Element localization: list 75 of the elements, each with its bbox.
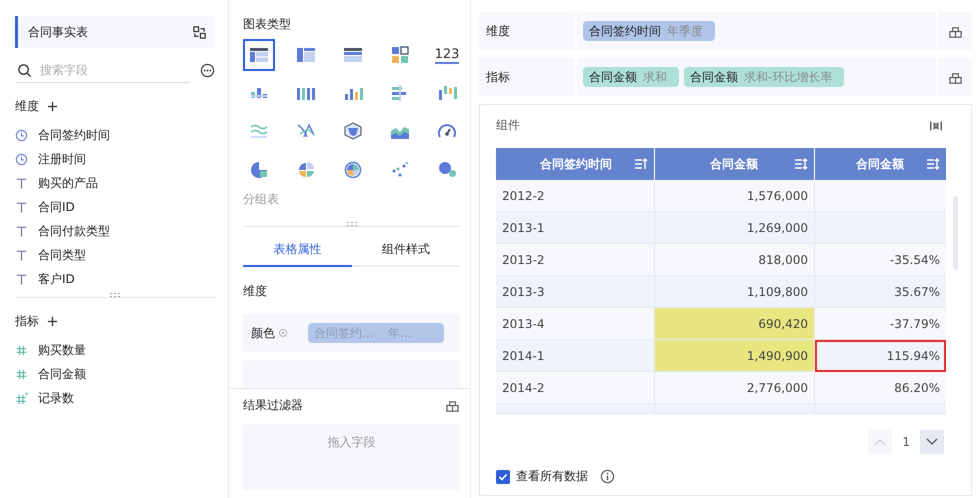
cross-table-icon [296,46,316,64]
scatter-chart-icon [390,160,410,178]
info-icon[interactable] [600,469,615,484]
field-item[interactable]: 合同ID [15,195,215,219]
dataset-title: 合同事实表 [28,24,88,40]
line-chart-icon [296,122,316,140]
shelf-label: 维度 [485,22,511,40]
sort-icon[interactable] [794,157,808,171]
field-item[interactable]: 合同付款类型 [15,219,215,243]
field-item[interactable]: 购买数量 [15,338,215,362]
section-title: 指标 [15,312,39,330]
shelf-label: 指标 [485,68,511,86]
field-pill[interactable]: 合同金额 求和 [583,67,679,87]
chevron-down-icon [926,438,938,446]
field-item[interactable]: 购买的产品 [15,171,215,195]
scrollbar[interactable] [953,196,958,270]
sort-icon[interactable] [926,157,940,171]
text-icon [15,176,28,190]
checkbox[interactable] [496,470,510,484]
field-item[interactable]: 记录数 [15,386,215,410]
bubble-chart-icon [437,160,457,178]
field-item[interactable]: 合同类型 [15,243,215,267]
text-icon [15,248,28,262]
columns-icon[interactable] [929,118,943,132]
column-header[interactable]: 合同金额 [815,148,946,180]
add-icon[interactable] [47,316,58,326]
field-item[interactable]: 合同金额 [15,362,215,386]
tab[interactable]: 表格属性 [243,237,352,267]
field-item[interactable]: 合同签约时间 [15,123,215,147]
search-icon [17,62,32,78]
widget-title: 组件 [496,117,520,134]
table-cell: -37.79% [815,308,946,340]
field-item[interactable]: 注册时间 [15,147,215,171]
property-label: 颜色 [251,324,275,342]
pie-chart-icon [249,160,269,178]
dataset-header[interactable]: 合同事实表 [15,16,215,48]
more-icon[interactable] [200,63,215,78]
clock-icon [15,152,28,166]
chart-type-button[interactable] [243,39,275,71]
table-cell: 690,420 [655,308,815,340]
line-chart-icon [249,122,269,140]
text-icon [15,224,28,238]
chart-type-caption: 分组表 [243,191,280,208]
tab[interactable]: 组件样式 [352,237,460,267]
chevron-up-icon [874,438,886,446]
rose-chart-icon [343,160,363,178]
section-title: 结果过滤器 [243,397,303,414]
table-cell: 1,490,900 [655,340,815,372]
section-title: 维度 [15,98,39,114]
field-item[interactable]: 客户ID [15,267,215,291]
search-field[interactable]: 搜索字段 [38,62,172,78]
pie-chart-icon [296,160,316,178]
field-pill[interactable]: 合同金额 求和-环比增长率 [684,67,844,87]
gauge-icon [437,122,457,140]
text-icon [15,272,28,286]
field-pill[interactable]: 合同签约时间 年季度 [583,21,715,41]
clock-icon [15,128,28,142]
text-icon [15,200,28,214]
chart-type-button[interactable]: 123 [431,39,463,71]
add-icon[interactable] [47,100,58,112]
card-grid-icon [390,46,410,64]
section-title: 维度 [243,283,268,300]
bar-chart-icon [437,84,457,102]
checkbox-label: 查看所有数据 [516,468,588,485]
hash-icon [15,344,28,356]
section-title: 图表类型 [243,16,292,33]
next-page-button[interactable] [920,430,944,454]
hash-icon [15,392,28,404]
detail-table-icon [343,46,363,64]
page-number: 1 [902,435,910,449]
table-icon [249,46,269,64]
table-cell: 115.94% [815,340,946,372]
radar-chart-icon [343,122,363,140]
hash-icon [15,368,28,380]
sort-icon[interactable] [634,157,648,171]
